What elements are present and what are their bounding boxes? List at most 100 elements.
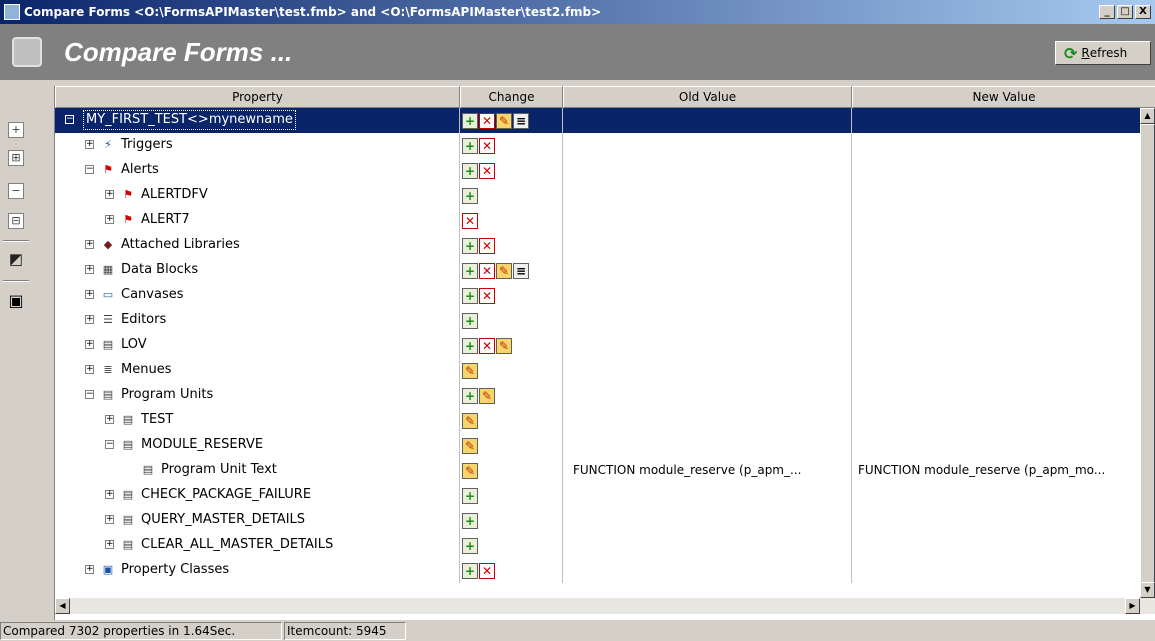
property-cell: + ▤ LOV	[55, 333, 460, 358]
change-cell: + ✕ ✎ ≡	[460, 108, 563, 133]
old-value-cell	[563, 408, 852, 433]
expand-node-icon[interactable]: +	[85, 565, 94, 574]
node-label: ALERTDFV	[141, 187, 208, 202]
minimize-button[interactable]: _	[1099, 5, 1115, 19]
tree-row[interactable]: + ▦ Data Blocks + ✕ ✎ ≡	[55, 258, 1141, 283]
collapse-all-icon[interactable]: ⊟	[8, 213, 24, 229]
tree-row[interactable]: + ◆ Attached Libraries + ✕	[55, 233, 1141, 258]
window-titlebar: Compare Forms <O:\FormsAPIMaster\test.fm…	[0, 0, 1155, 24]
new-value-cell	[852, 208, 1141, 233]
palette-icon[interactable]: ◩	[8, 252, 24, 268]
change-cell: + ✕	[460, 133, 563, 158]
new-value-cell	[852, 558, 1141, 583]
change-cell: +	[460, 508, 563, 533]
flag-icon: ⚑	[103, 163, 113, 176]
expand-node-icon[interactable]: +	[105, 415, 114, 424]
tree-row[interactable]: + ▤ QUERY_MASTER_DETAILS +	[55, 508, 1141, 533]
change-cell: + ✕	[460, 558, 563, 583]
expand-node-icon[interactable]: +	[85, 290, 94, 299]
tree-row[interactable]: + ▭ Canvases + ✕	[55, 283, 1141, 308]
column-header-change[interactable]: Change	[460, 86, 563, 108]
expand-node-icon[interactable]: +	[85, 315, 94, 324]
property-cell: + ⚑ ALERTDFV	[55, 183, 460, 208]
program-unit-icon: ▤	[102, 388, 114, 401]
expand-node-icon[interactable]: +	[85, 340, 94, 349]
scroll-thumb[interactable]	[1140, 124, 1155, 586]
tree-row[interactable]: ▤ Program Unit Text ✎ FUNCTION module_reser…	[55, 458, 1141, 483]
refresh-label: efresh	[1089, 46, 1128, 60]
change-add-icon: +	[462, 537, 478, 554]
scroll-down-button[interactable]: ▼	[1140, 582, 1155, 598]
refresh-accel: R	[1081, 46, 1090, 60]
refresh-button[interactable]: ⟳ Refresh	[1055, 41, 1151, 65]
save-icon[interactable]: ▣	[8, 293, 24, 310]
expand-all-icon[interactable]: ⊞	[8, 150, 24, 166]
collapse-node-icon[interactable]: −	[105, 440, 114, 449]
change-cell: + ✕ ✎ ≡	[460, 258, 563, 283]
vertical-scrollbar[interactable]: ▲ ▼	[1140, 108, 1155, 598]
new-value-cell	[852, 433, 1141, 458]
scroll-up-button[interactable]: ▲	[1140, 108, 1155, 124]
tree-row[interactable]: − MY_FIRST_TEST<>mynewname + ✕ ✎ ≡	[55, 108, 1141, 133]
expand-node-icon[interactable]: +	[105, 215, 114, 224]
node-label: Data Blocks	[121, 262, 199, 277]
node-label: Attached Libraries	[121, 237, 240, 252]
tree-row[interactable]: + ▤ CHECK_PACKAGE_FAILURE +	[55, 483, 1141, 508]
new-value-cell: FUNCTION module_reserve (p_apm_mo...	[858, 463, 1106, 477]
change-del-icon: ✕	[479, 112, 495, 129]
collapse-node-icon[interactable]: −	[65, 115, 74, 124]
property-cell: + ▤ TEST	[55, 408, 460, 433]
property-cell: + ▦ Data Blocks	[55, 258, 460, 283]
tree-row[interactable]: + ▤ CLEAR_ALL_MASTER_DETAILS +	[55, 533, 1141, 558]
tree-row[interactable]: + ▤ TEST ✎	[55, 408, 1141, 433]
expand-node-icon[interactable]: +	[105, 190, 114, 199]
expand-node-icon[interactable]: +	[85, 140, 94, 149]
scroll-right-button[interactable]: ▶	[1125, 598, 1140, 614]
tree-row[interactable]: − ▤ Program Units + ✎	[55, 383, 1141, 408]
column-header-property[interactable]: Property	[55, 86, 460, 108]
expand-node-icon[interactable]: +	[85, 265, 94, 274]
tree-row[interactable]: − ▤ MODULE_RESERVE ✎	[55, 433, 1141, 458]
maximize-button[interactable]: □	[1117, 5, 1133, 19]
tree-row[interactable]: + ▤ LOV + ✕ ✎	[55, 333, 1141, 358]
status-bar: Compared 7302 properties in 1.64Sec. Ite…	[0, 622, 1155, 641]
expand-node-icon[interactable]: +	[105, 515, 114, 524]
expand-node-icon[interactable]: +	[85, 365, 94, 374]
change-cell: + ✕ ✎	[460, 333, 563, 358]
node-label: Canvases	[121, 287, 184, 302]
old-value-cell: FUNCTION module_reserve (p_apm_...	[563, 458, 852, 483]
change-cell: +	[460, 308, 563, 333]
new-value-cell	[852, 283, 1141, 308]
column-header-old-value[interactable]: Old Value	[563, 86, 852, 108]
property-cell: + ☰ Editors	[55, 308, 460, 333]
tree-row[interactable]: + ⚡ Triggers + ✕	[55, 133, 1141, 158]
scroll-left-button[interactable]: ◀	[55, 598, 70, 614]
tree-row[interactable]: + ⚑ ALERT7 ✕	[55, 208, 1141, 233]
tree-rows: − MY_FIRST_TEST<>mynewname + ✕ ✎ ≡ + ⚡ Triggers +…	[55, 108, 1141, 598]
tree-row[interactable]: + ⚑ ALERTDFV +	[55, 183, 1141, 208]
new-value-cell	[852, 383, 1141, 408]
column-header-row: Property Change Old Value New Value	[55, 86, 1155, 108]
horizontal-scrollbar[interactable]: ◀ ▶	[55, 598, 1155, 614]
flag-icon: ⚑	[123, 188, 133, 201]
tree-row[interactable]: + ☰ Editors +	[55, 308, 1141, 333]
new-value-cell	[852, 183, 1141, 208]
expand-node-icon[interactable]: +	[105, 490, 114, 499]
expand-icon[interactable]: +	[8, 122, 24, 138]
left-toolbar: + ⊞ − ⊟ ◩ ▣	[0, 80, 32, 620]
tree-row[interactable]: + ▣ Property Classes + ✕	[55, 558, 1141, 583]
close-button[interactable]: X	[1135, 5, 1151, 19]
property-cell: + ▭ Canvases	[55, 283, 460, 308]
expand-node-icon[interactable]: +	[85, 240, 94, 249]
column-header-new-value[interactable]: New Value	[852, 86, 1155, 108]
tree-row[interactable]: + ≣ Menues ✎	[55, 358, 1141, 383]
change-cell: +	[460, 483, 563, 508]
old-value-cell	[563, 208, 852, 233]
collapse-node-icon[interactable]: −	[85, 165, 94, 174]
collapse-node-icon[interactable]: −	[85, 390, 94, 399]
expand-node-icon[interactable]: +	[105, 540, 114, 549]
collapse-icon[interactable]: −	[8, 183, 24, 199]
change-mod-icon: ✎	[462, 437, 478, 454]
change-add-icon: +	[462, 112, 478, 129]
tree-row[interactable]: − ⚑ Alerts + ✕	[55, 158, 1141, 183]
